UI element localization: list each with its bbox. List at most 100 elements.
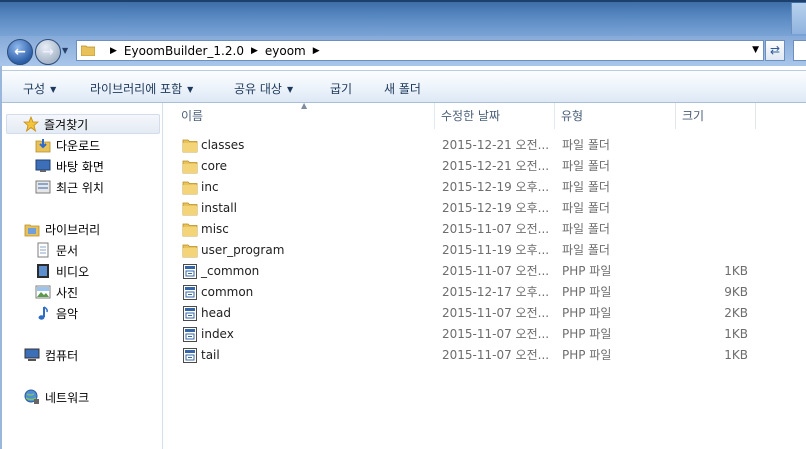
downloads-icon — [35, 137, 51, 153]
nav-recent-places[interactable]: 최근 위치 — [35, 177, 104, 197]
file-row[interactable]: core 2015-12-21 오전... 파일 폴더 — [163, 156, 806, 177]
file-date: 2015-12-21 오전... — [442, 138, 548, 152]
column-divider[interactable] — [755, 103, 756, 129]
file-row[interactable]: index 2015-11-07 오전... PHP 파일 1KB — [163, 324, 806, 345]
column-divider[interactable] — [434, 103, 435, 129]
share-with-label: 공유 대상 — [234, 82, 282, 96]
nav-pictures[interactable]: 사진 — [35, 282, 78, 302]
window-title-bar — [0, 0, 806, 36]
file-name: inc — [201, 180, 219, 194]
nav-downloads[interactable]: 다운로드 — [35, 135, 100, 155]
recent-pages-dropdown[interactable]: ▼ — [62, 46, 68, 55]
nav-libraries-label: 라이브러리 — [45, 222, 101, 237]
include-in-library-button[interactable]: 라이브러리에 포함 ▼ — [90, 80, 193, 97]
file-row[interactable]: misc 2015-11-07 오전... 파일 폴더 — [163, 219, 806, 240]
file-row[interactable]: user_program 2015-11-19 오후... 파일 폴더 — [163, 240, 806, 261]
file-row[interactable]: install 2015-12-19 오후... 파일 폴더 — [163, 198, 806, 219]
breadcrumb-item-eyoom[interactable]: eyoom — [265, 44, 306, 58]
column-header-size[interactable]: 크기 — [682, 103, 754, 129]
nav-videos[interactable]: 비디오 — [35, 261, 89, 281]
file-type: 파일 폴더 — [562, 243, 610, 257]
file-row[interactable]: head 2015-11-07 오전... PHP 파일 2KB — [163, 303, 806, 324]
file-type: 파일 폴더 — [562, 201, 610, 215]
recent-places-icon — [35, 179, 51, 195]
file-size: 1KB — [724, 327, 748, 341]
nav-computer-label: 컴퓨터 — [45, 348, 79, 363]
breadcrumb-arrow-icon[interactable]: ▶ — [110, 46, 117, 56]
file-row[interactable]: _common 2015-11-07 오전... PHP 파일 1KB — [163, 261, 806, 282]
file-size: 1KB — [724, 348, 748, 362]
column-header-type[interactable]: 유형 — [561, 103, 673, 129]
nav-downloads-label: 다운로드 — [56, 138, 101, 153]
file-name: install — [201, 201, 237, 215]
nav-favorites-label: 즐겨찾기 — [44, 117, 89, 132]
nav-recent-label: 최근 위치 — [56, 180, 104, 195]
column-divider[interactable] — [554, 103, 555, 129]
file-date: 2015-12-19 오후... — [442, 180, 548, 194]
file-name: _common — [201, 264, 260, 278]
file-row[interactable]: common 2015-12-17 오후... PHP 파일 9KB — [163, 282, 806, 303]
nav-documents[interactable]: 문서 — [35, 240, 78, 260]
nav-network-label: 네트워크 — [45, 390, 90, 405]
nav-network[interactable]: 네트워크 — [24, 387, 89, 407]
new-folder-button[interactable]: 새 폴더 — [384, 80, 421, 97]
navigation-pane: 즐겨찾기 다운로드 바탕 화면 최근 위치 라이브러리 문서 비디오 사진 음악… — [2, 103, 163, 449]
back-button[interactable]: ← — [7, 39, 33, 65]
new-folder-label: 새 폴더 — [384, 82, 421, 96]
breadcrumb-arrow-icon[interactable]: ▶ — [313, 46, 320, 56]
chevron-down-icon: ▼ — [286, 85, 294, 94]
file-date: 2015-11-07 오전... — [442, 327, 548, 341]
nav-desktop-label: 바탕 화면 — [56, 159, 104, 174]
file-name: index — [201, 327, 234, 341]
network-icon — [24, 389, 40, 405]
forward-button[interactable]: → — [35, 39, 61, 65]
refresh-icon: ⇄ — [769, 43, 781, 57]
file-name: misc — [201, 222, 229, 236]
nav-documents-label: 문서 — [56, 243, 79, 258]
nav-music[interactable]: 음악 — [35, 303, 78, 323]
nav-favorites[interactable]: 즐겨찾기 — [6, 114, 160, 134]
file-name: classes — [201, 138, 245, 152]
address-bar[interactable]: ▶ EyoomBuilder_1.2.0 ▶ eyoom ▶ ▼ — [76, 40, 764, 61]
file-name: core — [201, 159, 227, 173]
address-dropdown-icon[interactable]: ▼ — [752, 45, 759, 55]
nav-music-label: 음악 — [56, 306, 79, 321]
file-type: PHP 파일 — [562, 348, 612, 362]
folder-icon — [182, 201, 198, 216]
file-type: PHP 파일 — [562, 264, 612, 278]
nav-videos-label: 비디오 — [56, 264, 90, 279]
nav-desktop[interactable]: 바탕 화면 — [35, 156, 104, 176]
share-with-button[interactable]: 공유 대상 ▼ — [234, 80, 293, 97]
breadcrumb-item-eyoombuilder[interactable]: EyoomBuilder_1.2.0 — [124, 44, 244, 58]
organize-button[interactable]: 구성 ▼ — [23, 80, 56, 97]
column-header-name[interactable]: 이름 — [181, 103, 433, 129]
picture-icon — [35, 284, 51, 300]
document-icon — [35, 242, 51, 258]
search-input[interactable] — [793, 40, 806, 61]
column-size-label: 크기 — [682, 109, 705, 123]
file-row[interactable]: tail 2015-11-07 오전... PHP 파일 1KB — [163, 345, 806, 366]
file-row[interactable]: classes 2015-12-21 오전... 파일 폴더 — [163, 135, 806, 156]
chevron-down-icon: ▼ — [187, 85, 194, 94]
column-divider[interactable] — [675, 103, 676, 129]
file-type: 파일 폴더 — [562, 180, 610, 194]
nav-computer[interactable]: 컴퓨터 — [24, 345, 78, 365]
file-date: 2015-11-07 오전... — [442, 264, 548, 278]
nav-libraries[interactable]: 라이브러리 — [24, 219, 100, 239]
folder-icon — [81, 45, 95, 56]
file-row[interactable]: inc 2015-12-19 오후... 파일 폴더 — [163, 177, 806, 198]
column-header-date[interactable]: 수정한 날짜 — [441, 103, 553, 129]
file-date: 2015-11-07 오전... — [442, 348, 548, 362]
file-size: 1KB — [724, 264, 748, 278]
file-type: 파일 폴더 — [562, 222, 610, 236]
burn-button[interactable]: 굽기 — [330, 80, 352, 97]
window-corner — [791, 3, 806, 34]
refresh-button[interactable]: ⇄ — [765, 40, 785, 61]
breadcrumb: ▶ EyoomBuilder_1.2.0 ▶ eyoom ▶ — [103, 44, 327, 58]
php-file-icon — [182, 348, 198, 363]
breadcrumb-arrow-icon[interactable]: ▶ — [251, 46, 258, 56]
burn-label: 굽기 — [330, 82, 353, 96]
folder-icon — [182, 138, 198, 153]
file-type: PHP 파일 — [562, 327, 612, 341]
file-name: tail — [201, 348, 220, 362]
